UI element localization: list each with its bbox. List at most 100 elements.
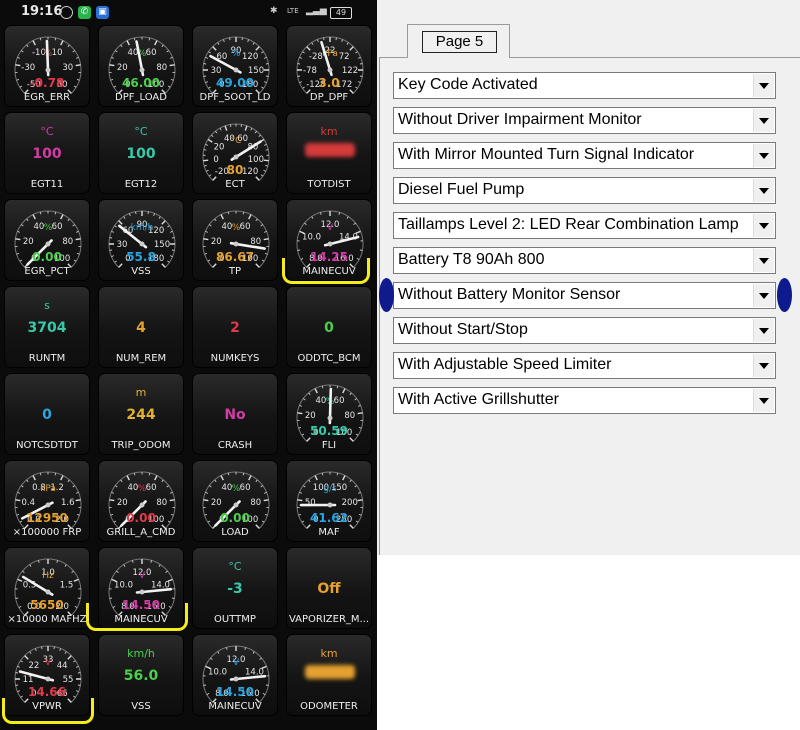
dial-tick-label: 40 bbox=[316, 396, 327, 406]
dial-tick bbox=[349, 46, 354, 51]
gauge-value: 100 bbox=[126, 146, 156, 162]
dial-tick bbox=[242, 211, 245, 215]
gauge-tile-runtm[interactable]: s 3704 RUNTM bbox=[4, 286, 90, 368]
dial-tick bbox=[263, 238, 269, 241]
dial-tick bbox=[67, 479, 70, 483]
gauge-unit: °C bbox=[40, 125, 54, 138]
gauge-tile-crash[interactable]: No CRASH bbox=[192, 373, 278, 455]
gauge-tile-dpf_soot_ld[interactable]: 0 30 60 90 120 150 180% 49.00 DPF_SOOT_LD bbox=[192, 25, 278, 107]
dial-tick bbox=[29, 564, 32, 567]
dial-tick bbox=[263, 499, 269, 502]
option-dropdown[interactable]: Taillamps Level 2: LED Rear Combination … bbox=[393, 212, 776, 239]
dial-tick-label: 20 bbox=[117, 498, 128, 508]
gauge-tile-vss2[interactable]: km/h 56.0 VSS bbox=[98, 634, 184, 716]
dial-tick bbox=[154, 475, 158, 481]
gauge-tile-dp_dpf[interactable]: -128 -78 -28 22 72 122 172 kPa 3.0 DP_DPF bbox=[286, 25, 372, 107]
option-dropdown[interactable]: With Active Grillshutter bbox=[393, 387, 776, 414]
chevron-down-icon[interactable] bbox=[753, 284, 774, 307]
gauge-value: 0.00 bbox=[126, 511, 156, 525]
dial-tick-label: 55 bbox=[63, 675, 74, 685]
dial-tick bbox=[261, 51, 264, 54]
gauge-tile-outtmp[interactable]: °C -3 OUTTMP bbox=[192, 547, 278, 629]
dial-tick bbox=[75, 64, 81, 67]
dial-tick bbox=[17, 57, 20, 59]
gauge-tile-trip_odom[interactable]: m 244 TRIP_ODOM bbox=[98, 373, 184, 455]
dial-tick bbox=[215, 130, 218, 134]
gauge-tile-fli[interactable]: 020406080100%50.59FLI bbox=[286, 373, 372, 455]
gauge-label: LOAD bbox=[221, 527, 249, 538]
dial-tick-label: 22 bbox=[28, 661, 39, 671]
dial-tick bbox=[170, 231, 173, 233]
gauge-tile-frp[interactable]: 0.0 0.4 0.8 1.2 1.6 2.0 kPa 12950 ×100000 FRP bbox=[4, 460, 90, 542]
gauge-tile-egr_err[interactable]: -50-30-10103050%-0.78EGR_ERR bbox=[4, 25, 90, 107]
gauge-tile-egt11[interactable]: °C 100 EGT11 bbox=[4, 112, 90, 194]
dial-tick bbox=[132, 560, 134, 563]
gauge-tile-num_rem[interactable]: 4 NUM_REM bbox=[98, 286, 184, 368]
chevron-down-icon[interactable] bbox=[753, 354, 774, 377]
option-dropdown[interactable]: Key Code Activated bbox=[393, 72, 776, 99]
dial-tick bbox=[64, 564, 67, 567]
chevron-down-icon[interactable] bbox=[753, 74, 774, 97]
dial-tick bbox=[26, 218, 29, 222]
gauge-tile-numkeys[interactable]: 2 NUMKEYS bbox=[192, 286, 278, 368]
gauge-tile-notcsdtdt[interactable]: 0 NOTCSDTDT bbox=[4, 373, 90, 455]
dial-tick bbox=[205, 144, 208, 146]
option-dropdown[interactable]: With Adjustable Speed Limiter bbox=[393, 352, 776, 379]
gauge-tile-mainecuv3[interactable]: 8.0 10.0 12.0 14.0 16.0 V 14.50 MAINECUV bbox=[192, 634, 278, 716]
dial-tick bbox=[153, 213, 155, 216]
gauge-tile-oddtc_bcm[interactable]: 0 ODDTC_BCM bbox=[286, 286, 372, 368]
dial-hub bbox=[327, 67, 333, 73]
gauge-tile-tp[interactable]: 0 20 40 60 80 100% 86.67 TP bbox=[192, 199, 278, 281]
gauge-value: -3 bbox=[227, 581, 243, 597]
chevron-down-icon[interactable] bbox=[753, 319, 774, 342]
dial-hub bbox=[327, 415, 333, 421]
dial-tick bbox=[72, 50, 75, 53]
gauge-tile-mafhz[interactable]: 0.0 0.5 1.0 1.5 2.0 Hz 5650 ×10000 MAFHZ bbox=[4, 547, 90, 629]
chevron-down-icon[interactable] bbox=[753, 249, 774, 272]
option-dropdown[interactable]: Without Driver Impairment Monitor bbox=[393, 107, 776, 134]
option-dropdown[interactable]: Without Battery Monitor Sensor bbox=[393, 282, 776, 309]
dial-unit: V bbox=[139, 571, 146, 581]
dial-tick bbox=[32, 214, 36, 220]
dial-tick bbox=[314, 388, 318, 394]
gauge-tile-egr_pct[interactable]: 020406080100%0.00EGR_PCT bbox=[4, 199, 90, 281]
option-dropdown[interactable]: Battery T8 90Ah 800 bbox=[393, 247, 776, 274]
gauge-tile-vaporizer[interactable]: Off VAPORIZER_M... bbox=[286, 547, 372, 629]
gauge-tile-grill_a_cmd[interactable]: 020406080100%0.00GRILL_A_CMD bbox=[98, 460, 184, 542]
dial-tick-label: 0.4 bbox=[21, 498, 35, 508]
dial-tick bbox=[54, 472, 57, 476]
gauge-tile-vss[interactable]: 0 30 60 90 120 150 180 km/h 55.8 VSS bbox=[98, 199, 184, 281]
chevron-down-icon[interactable] bbox=[753, 109, 774, 132]
gauge-label: ECT bbox=[225, 179, 245, 190]
chevron-down-icon[interactable] bbox=[753, 389, 774, 412]
gauge-tile-dpf_load[interactable]: 0 20 40 60 80 100% 46.00 DPF_LOAD bbox=[98, 25, 184, 107]
gauge-unit: °C bbox=[228, 560, 242, 573]
dial-tick bbox=[264, 231, 267, 233]
gauge-tile-odometer[interactable]: km ODOMETER bbox=[286, 634, 372, 716]
chevron-down-icon[interactable] bbox=[753, 144, 774, 167]
chevron-down-icon[interactable] bbox=[753, 179, 774, 202]
option-dropdown[interactable]: With Mirror Mounted Turn Signal Indicato… bbox=[393, 142, 776, 169]
dial-tick bbox=[227, 211, 230, 215]
dial-tick-label: 20 bbox=[211, 498, 222, 508]
gauge-tile-load[interactable]: 020406080100%0.00LOAD bbox=[192, 460, 278, 542]
dial-tick bbox=[17, 231, 20, 233]
dial-unit: V bbox=[327, 223, 334, 233]
gauge-tile-maf[interactable]: 0 50 100 150 200 250 g/s 41.62 MAF bbox=[286, 460, 372, 542]
gauge-unit: s bbox=[44, 299, 50, 312]
dial-tick bbox=[118, 220, 123, 225]
option-dropdown[interactable]: Without Start/Stop bbox=[393, 317, 776, 344]
dial-tick bbox=[311, 42, 314, 45]
gauge-label: DPF_SOOT_LD bbox=[199, 92, 271, 103]
dial-unit: % bbox=[138, 484, 147, 494]
gauge-tile-ect[interactable]: -20020406080100120°C80ECT bbox=[192, 112, 278, 194]
dial-tick bbox=[59, 648, 61, 651]
gauge-unit: m bbox=[135, 386, 147, 399]
tab-page-5[interactable]: Page 5 bbox=[407, 24, 510, 58]
gauge-label: VSS bbox=[131, 701, 151, 712]
chevron-down-icon[interactable] bbox=[753, 214, 774, 237]
gauge-tile-egt12[interactable]: °C 100 EGT12 bbox=[98, 112, 184, 194]
gauge-tile-totdist[interactable]: km TOTDIST bbox=[286, 112, 372, 194]
option-dropdown[interactable]: Diesel Fuel Pump bbox=[393, 177, 776, 204]
dial-tick bbox=[244, 647, 246, 650]
